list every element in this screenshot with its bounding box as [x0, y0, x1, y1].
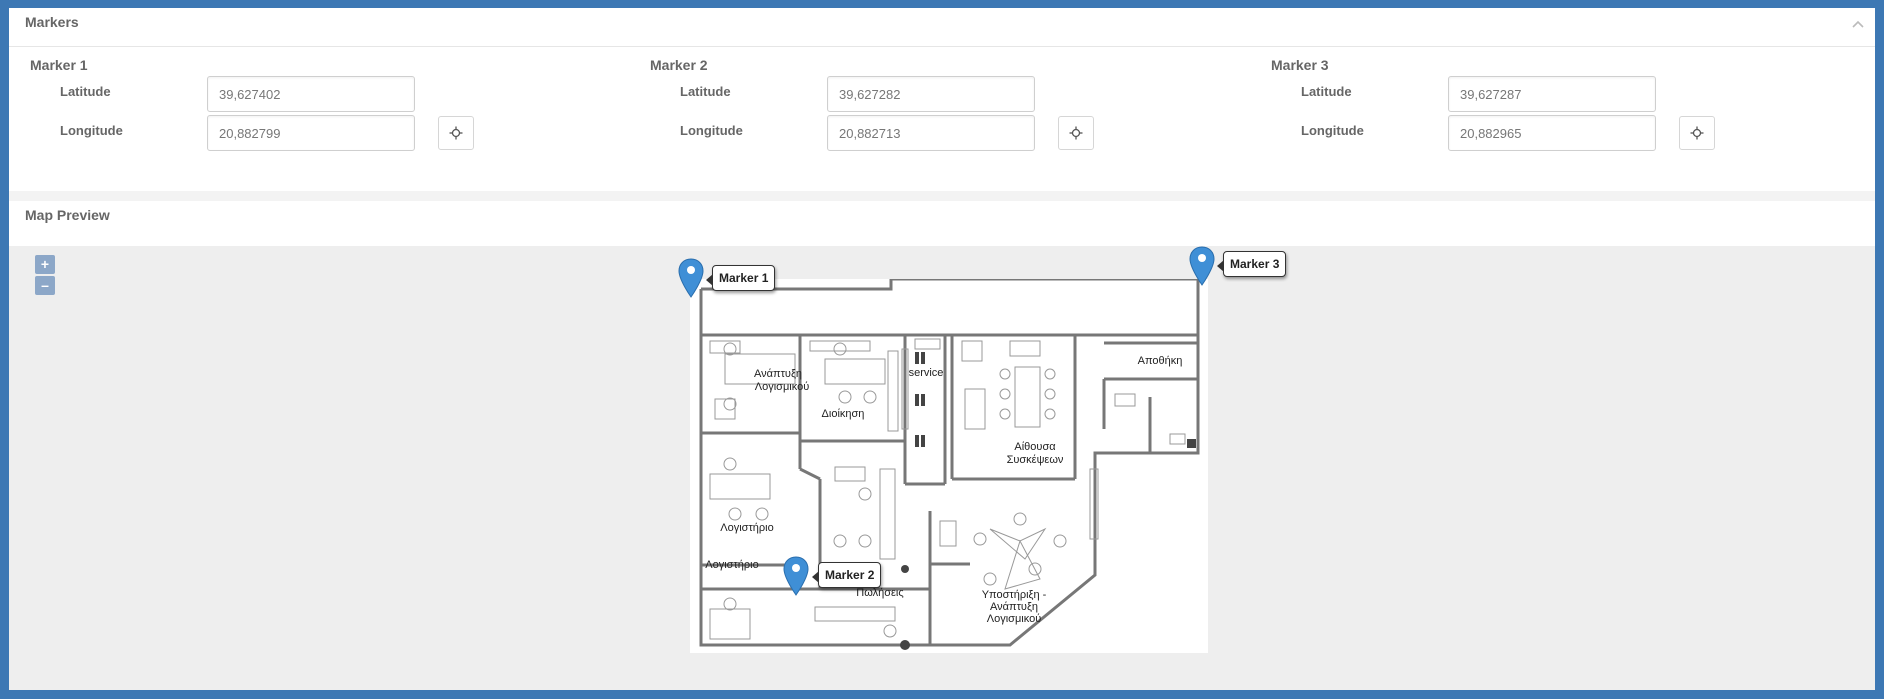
marker-3-latitude-input[interactable] [1448, 76, 1656, 112]
room-label-support-1: Υποστήριξη - [982, 589, 1047, 601]
room-label-dev-2: Λογισμικού [755, 381, 809, 393]
map-preview-title: Map Preview [25, 207, 110, 223]
marker-1-latitude-label: Latitude [60, 84, 111, 99]
marker-3-locate-button[interactable] [1679, 116, 1715, 150]
crosshair-icon [1690, 126, 1704, 140]
marker-3-longitude-input[interactable] [1448, 115, 1656, 151]
map-pin-marker-3[interactable] [1189, 246, 1215, 286]
map-pin-marker-1[interactable] [678, 258, 704, 298]
room-label-dev-1: Ανάπτυξη [754, 368, 802, 380]
marker-1-longitude-input[interactable] [207, 115, 415, 151]
chevron-up-icon[interactable] [1849, 14, 1867, 32]
room-label-meeting-2: Συσκέψεων [1007, 454, 1064, 466]
marker-2-title: Marker 2 [650, 57, 708, 73]
marker-1-longitude-label: Longitude [60, 123, 123, 138]
room-label-service: service [909, 367, 944, 379]
zoom-control: + – [35, 255, 55, 297]
map-preview-panel: Map Preview + – Ανάπτυξη Λογισμικού Διοί… [9, 201, 1875, 690]
map-canvas[interactable]: + – Ανάπτυξη Λογισμικού Διοίκηση service… [9, 246, 1875, 690]
markers-panel-title: Markers [25, 14, 79, 30]
marker-1-locate-button[interactable] [438, 116, 474, 150]
map-pin-label-marker-3: Marker 3 [1216, 251, 1287, 277]
marker-2-latitude-input[interactable] [827, 76, 1035, 112]
marker-1-title: Marker 1 [30, 57, 88, 73]
markers-panel-header[interactable]: Markers [9, 8, 1875, 47]
map-preview-header: Map Preview [9, 201, 1875, 239]
map-pin-label-marker-2: Marker 2 [811, 562, 882, 588]
room-label-meeting-1: Αίθουσα [1014, 441, 1056, 453]
markers-panel: Markers Marker 1 Latitude Longitude Mark… [9, 8, 1875, 191]
room-label-support-2: Ανάπτυξη [990, 601, 1038, 613]
map-pin-label-marker-1: Marker 1 [705, 265, 776, 291]
floor-plan-image: Ανάπτυξη Λογισμικού Διοίκηση service Απο… [690, 279, 1208, 653]
crosshair-icon [1069, 126, 1083, 140]
room-label-accounting-1: Λογιστήριο [720, 522, 773, 534]
marker-2-locate-button[interactable] [1058, 116, 1094, 150]
page-frame: Markers Marker 1 Latitude Longitude Mark… [9, 8, 1875, 690]
room-label-admin: Διοίκηση [822, 408, 865, 420]
room-label-support-3: Λογισμικού [987, 613, 1041, 625]
marker-3-longitude-label: Longitude [1301, 123, 1364, 138]
room-label-sales: Πωλήσεις [856, 587, 903, 599]
crosshair-icon [449, 126, 463, 140]
marker-1-latitude-input[interactable] [207, 76, 415, 112]
room-label-storage: Αποθήκη [1138, 355, 1183, 367]
map-pin-marker-2[interactable] [783, 556, 809, 596]
room-label-accounting-2: Λογιστήριο [705, 559, 758, 571]
marker-2-longitude-label: Longitude [680, 123, 743, 138]
zoom-in-button[interactable]: + [35, 255, 55, 274]
marker-2-latitude-label: Latitude [680, 84, 731, 99]
marker-3-title: Marker 3 [1271, 57, 1329, 73]
zoom-out-button[interactable]: – [35, 276, 55, 295]
marker-2-longitude-input[interactable] [827, 115, 1035, 151]
marker-3-latitude-label: Latitude [1301, 84, 1352, 99]
